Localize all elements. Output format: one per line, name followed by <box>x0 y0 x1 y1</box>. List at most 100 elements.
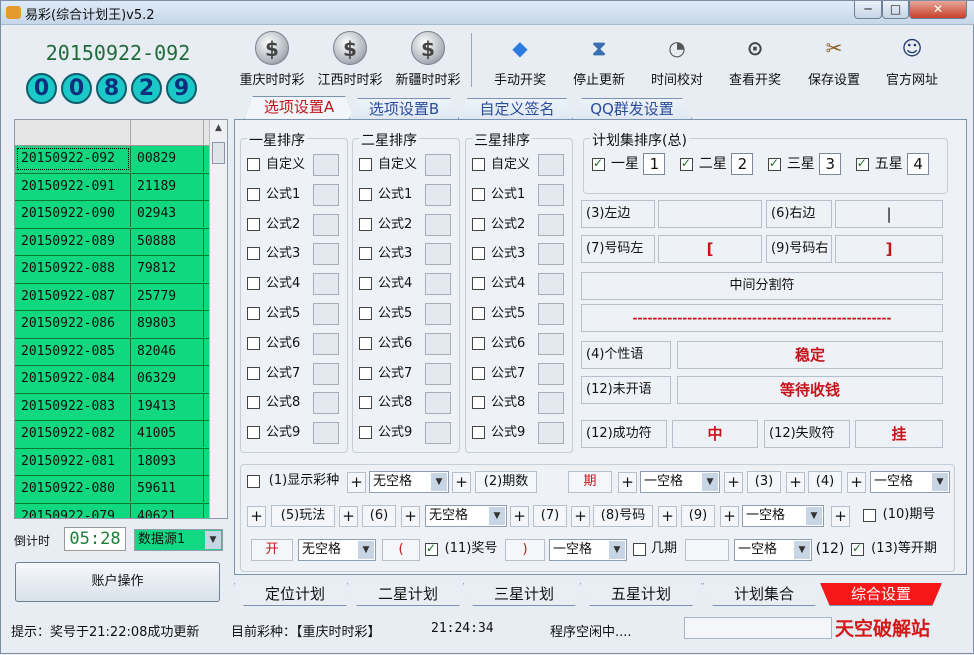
success-input[interactable]: 中 <box>672 420 758 448</box>
sort-order-input[interactable] <box>538 183 564 206</box>
sort-order-input[interactable] <box>313 392 339 415</box>
plan-order-2[interactable]: 2 <box>731 153 754 175</box>
right-paren-input[interactable]: ) <box>505 539 545 561</box>
history-list[interactable]: 20150922-092 00829 20150922-091 21189 201509… <box>14 119 228 519</box>
scroll-up-icon[interactable]: ▲ <box>210 120 227 137</box>
tab-general-settings[interactable]: 综合设置 <box>820 583 942 606</box>
sort-option[interactable]: 公式1 <box>472 183 525 207</box>
save-settings-button[interactable]: ✂ 保存设置 <box>795 29 873 89</box>
tab-qq-broadcast[interactable]: QQ群发设置 <box>572 98 692 119</box>
not-open-input[interactable]: 等待收钱 <box>677 376 943 404</box>
chevron-down-icon[interactable]: ▼ <box>609 541 625 559</box>
checkbox[interactable] <box>359 217 372 231</box>
checkbox-period-no[interactable] <box>863 509 876 522</box>
checkbox-award[interactable] <box>425 541 438 556</box>
checkbox[interactable] <box>359 277 372 291</box>
sort-option[interactable]: 自定义 <box>359 153 417 177</box>
space-select[interactable]: 无空格 ▼ <box>369 471 449 493</box>
checkbox[interactable] <box>247 217 260 231</box>
open-prefix-input[interactable]: 开 <box>251 539 293 561</box>
space-select[interactable]: 一空格 ▼ <box>870 471 950 493</box>
checkbox-plan-1[interactable] <box>592 156 605 171</box>
checkbox-jiqi[interactable] <box>633 543 646 556</box>
space-select[interactable]: 无空格 ▼ <box>298 539 376 561</box>
tab-five-star-plan[interactable]: 五星计划 <box>580 583 702 606</box>
plus-button[interactable]: + <box>658 506 677 527</box>
list-item[interactable]: 20150922-085 82046 <box>15 338 227 366</box>
tab-options-a[interactable]: 选项设置A <box>244 96 354 120</box>
time-sync-button[interactable]: ◔ 时间校对 <box>638 29 716 89</box>
account-button[interactable]: 账户操作 <box>15 562 220 602</box>
jiqi-input[interactable] <box>685 539 729 561</box>
list-item[interactable]: 20150922-082 41005 <box>15 421 227 449</box>
plus-button[interactable]: + <box>831 506 850 527</box>
sort-order-input[interactable] <box>425 273 451 296</box>
chevron-down-icon[interactable]: ▼ <box>932 473 948 491</box>
space-select[interactable]: 一空格 ▼ <box>640 471 720 493</box>
checkbox[interactable] <box>247 366 260 380</box>
space-select[interactable]: 一空格 ▼ <box>549 539 627 561</box>
sort-option[interactable]: 自定义 <box>472 153 530 177</box>
checkbox[interactable] <box>359 396 372 410</box>
official-site-button[interactable]: ☺ 官方网址 <box>873 29 951 89</box>
list-item[interactable]: 20150922-090 02943 <box>15 201 227 229</box>
sort-option[interactable]: 公式3 <box>359 242 412 266</box>
plus-button[interactable]: + <box>452 472 471 493</box>
sort-order-input[interactable] <box>538 392 564 415</box>
sort-order-input[interactable] <box>425 332 451 355</box>
plus-button[interactable]: + <box>786 472 805 493</box>
checkbox[interactable] <box>359 366 372 380</box>
sort-order-input[interactable] <box>538 243 564 266</box>
sort-order-input[interactable] <box>313 243 339 266</box>
plus-button[interactable]: + <box>847 472 866 493</box>
sort-option[interactable]: 公式5 <box>472 302 525 326</box>
sort-option[interactable]: 公式7 <box>247 362 300 386</box>
checkbox[interactable] <box>472 217 485 231</box>
checkbox[interactable] <box>359 307 372 320</box>
sort-option[interactable]: 公式5 <box>247 302 300 326</box>
jiangxi-lottery-button[interactable]: $ 江西时时彩 <box>311 29 389 89</box>
sort-order-input[interactable] <box>538 213 564 236</box>
sort-order-input[interactable] <box>313 303 339 325</box>
checkbox[interactable] <box>472 336 485 350</box>
checkbox-plan-3[interactable] <box>767 156 781 171</box>
stop-update-button[interactable]: ⧗ 停止更新 <box>560 29 638 89</box>
sort-order-input[interactable] <box>538 154 564 176</box>
plus-button[interactable]: + <box>339 506 358 527</box>
separator-input[interactable]: ----------------------------------------… <box>581 304 943 332</box>
chevron-down-icon[interactable]: ▼ <box>358 541 374 559</box>
tab-three-star-plan[interactable]: 三星计划 <box>463 583 585 606</box>
sort-option[interactable]: 公式3 <box>472 242 525 266</box>
space-select[interactable]: 无空格 ▼ <box>425 505 507 527</box>
view-draw-button[interactable]: ⊙ 查看开奖 <box>716 29 794 89</box>
mood-input[interactable]: 稳定 <box>677 341 943 369</box>
sort-option[interactable]: 公式7 <box>359 362 412 386</box>
sort-option[interactable]: 公式1 <box>359 183 412 207</box>
checkbox[interactable] <box>472 158 485 171</box>
list-item[interactable]: 20150922-091 21189 <box>15 173 227 201</box>
sort-option[interactable]: 公式6 <box>472 332 525 356</box>
chongqing-lottery-button[interactable]: $ 重庆时时彩 <box>233 29 311 89</box>
checkbox-show-kind[interactable] <box>247 475 260 488</box>
sort-order-input[interactable] <box>313 213 339 236</box>
chevron-down-icon[interactable]: ▼ <box>205 531 221 549</box>
checkbox[interactable] <box>472 396 485 410</box>
sort-order-input[interactable] <box>538 303 564 325</box>
chevron-down-icon[interactable]: ▼ <box>489 507 505 525</box>
sort-order-input[interactable] <box>313 422 339 445</box>
plus-button[interactable]: + <box>247 506 266 527</box>
checkbox[interactable] <box>247 426 260 440</box>
sort-option[interactable]: 公式9 <box>359 421 412 445</box>
tab-options-b[interactable]: 选项设置B <box>349 98 459 119</box>
sort-option[interactable]: 公式3 <box>247 242 300 266</box>
sort-option[interactable]: 公式4 <box>472 272 525 296</box>
plan-order-4[interactable]: 4 <box>907 153 930 175</box>
sort-order-input[interactable] <box>425 243 451 266</box>
sort-option[interactable]: 公式2 <box>359 213 412 237</box>
plus-button[interactable]: + <box>618 472 637 493</box>
plus-button[interactable]: + <box>724 472 743 493</box>
checkbox-plan-4[interactable] <box>855 156 869 171</box>
checkbox[interactable] <box>359 336 372 350</box>
plus-button[interactable]: + <box>571 506 590 527</box>
space-select[interactable]: 一空格 ▼ <box>734 539 812 561</box>
